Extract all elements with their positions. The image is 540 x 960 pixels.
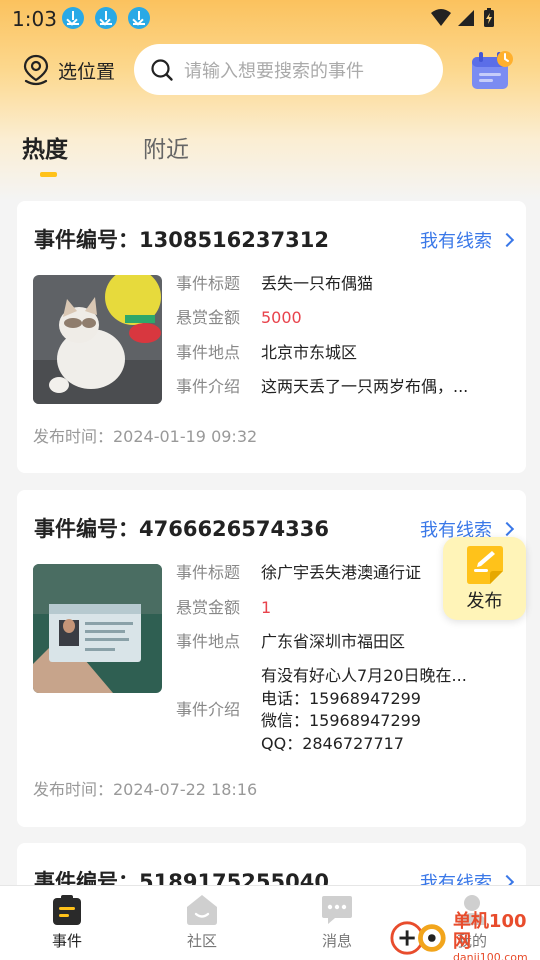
download-icon: [62, 7, 84, 29]
event-id: 事件编号：1308516237312: [34, 228, 329, 252]
field-label: 事件地点: [176, 343, 241, 362]
nav-community[interactable]: 社区: [162, 894, 242, 951]
have-clue-label: 我有线索: [420, 231, 492, 252]
field-label: 事件介绍: [176, 700, 241, 719]
field-label: 事件介绍: [176, 377, 241, 396]
reward-amount: 1: [261, 598, 272, 617]
location-label: 选位置: [58, 60, 116, 83]
search-placeholder: 请输入想要搜索的事件: [184, 60, 364, 82]
event-image-permit[interactable]: [33, 564, 162, 693]
intro-line: 有没有好心人7月20日晚在...: [261, 666, 467, 685]
intro-line: 微信：15968947299: [261, 711, 421, 730]
watermark-url: danji100.com: [452, 951, 528, 960]
event-title: 徐广宇丢失港澳通行证: [261, 563, 422, 582]
event-intro: 这两天丢了一只两岁布偶，...: [261, 377, 469, 396]
watermark-logo: [390, 921, 446, 955]
have-clue-button[interactable]: 我有线索: [420, 227, 515, 253]
clipboard-icon: [53, 895, 81, 925]
event-image-cat[interactable]: [33, 275, 162, 404]
event-location: 北京市东城区: [261, 343, 358, 362]
field-label: 事件标题: [176, 563, 241, 582]
intro-line: 电话：15968947299: [261, 688, 421, 708]
tab-nearby[interactable]: 附近: [143, 130, 189, 164]
nav-label: 消息: [321, 932, 352, 950]
event-location: 广东省深圳市福田区: [261, 632, 406, 651]
chevron-right-icon: [499, 521, 515, 537]
chat-icon: [322, 896, 352, 924]
status-bar: 1:03: [0, 0, 540, 36]
event-intro: 有没有好心人7月20日晚在... 电话：15968947299 微信：15968…: [261, 665, 467, 755]
publish-time: 发布时间：2024-07-22 18:16: [33, 780, 258, 799]
nav-messages[interactable]: 消息: [297, 894, 377, 951]
search-icon: [151, 58, 173, 81]
wifi-icon: [431, 9, 451, 26]
search-bar[interactable]: 请输入想要搜索的事件: [134, 44, 443, 95]
field-label: 悬赏金额: [176, 308, 241, 327]
watermark: 单机100网 danji100.com: [390, 912, 540, 960]
nav-events[interactable]: 事件: [27, 894, 107, 951]
field-label: 悬赏金额: [176, 598, 241, 617]
calendar-icon[interactable]: [470, 48, 514, 92]
intro-line: QQ：2846727717: [261, 733, 404, 753]
tab-hot[interactable]: 热度: [22, 130, 68, 164]
download-icon: [128, 7, 150, 29]
download-icon: [95, 7, 117, 29]
system-icons: [431, 8, 494, 27]
publish-time: 发布时间：2024-01-19 09:32: [33, 427, 258, 446]
publish-button[interactable]: 发布: [443, 537, 526, 620]
location-pin-icon: [23, 54, 49, 86]
note-icon: [466, 545, 503, 584]
tab-indicator: [40, 172, 57, 177]
select-location-button[interactable]: 选位置: [22, 52, 115, 88]
watermark-name: 单机100网: [452, 911, 527, 952]
signal-icon: [458, 10, 474, 26]
nav-label: 社区: [186, 932, 217, 950]
status-time: 1:03: [12, 7, 57, 31]
field-label: 事件标题: [176, 274, 241, 293]
field-label: 事件地点: [176, 632, 241, 651]
event-card[interactable]: 事件编号：1308516237312 我有线索 事件标题 丢失一只布偶猫 悬赏金…: [17, 201, 526, 473]
house-icon: [187, 895, 217, 925]
nav-label: 事件: [51, 932, 82, 950]
event-id: 事件编号：4766626574336: [34, 517, 329, 541]
event-title: 丢失一只布偶猫: [261, 274, 374, 293]
publish-label: 发布: [466, 590, 503, 612]
chevron-right-icon: [499, 232, 515, 248]
reward-amount: 5000: [261, 308, 302, 327]
